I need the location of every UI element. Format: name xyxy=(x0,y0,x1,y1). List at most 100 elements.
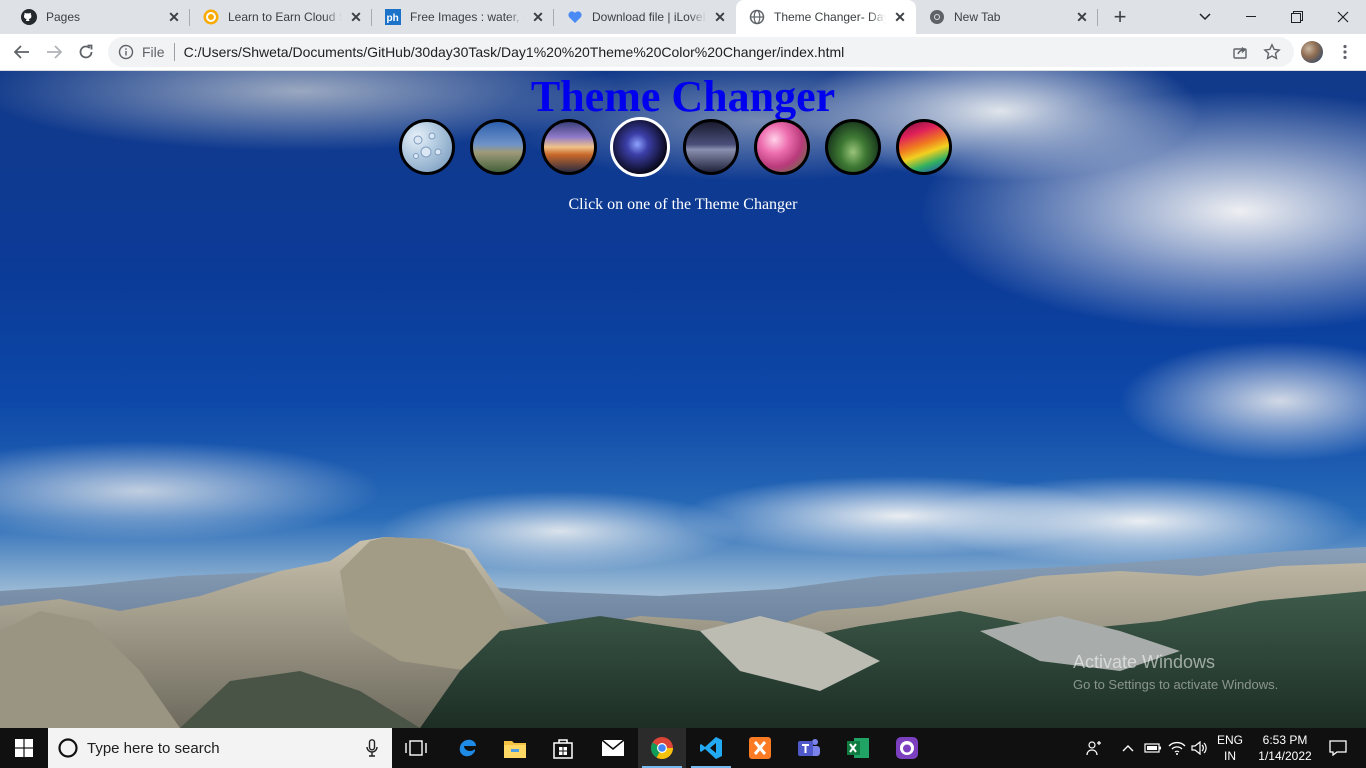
tab-free-images[interactable]: ph Free Images : water, d ✕ xyxy=(372,0,554,34)
tab-title: Theme Changer- Day1 xyxy=(774,10,886,24)
reload-icon xyxy=(79,44,93,59)
clock-date: 1/14/2022 xyxy=(1258,749,1312,763)
language-code: ENG xyxy=(1216,733,1243,747)
volume-icon[interactable] xyxy=(1189,728,1211,768)
tab-title: Learn to Earn Cloud Se xyxy=(228,10,342,24)
battery-icon[interactable] xyxy=(1142,728,1164,768)
taskbar-github-desktop[interactable] xyxy=(883,728,931,768)
microphone-icon[interactable] xyxy=(366,739,378,757)
action-center-button[interactable] xyxy=(1318,728,1358,768)
chrome-icon xyxy=(651,737,673,759)
close-icon[interactable]: ✕ xyxy=(892,9,908,25)
activate-windows-subtext: Go to Settings to activate Windows. xyxy=(1073,677,1279,692)
xampp-icon xyxy=(749,737,771,759)
svg-text:ph: ph xyxy=(387,13,399,24)
theme-swatch-forest-path[interactable] xyxy=(825,119,881,175)
mail-icon xyxy=(601,739,625,756)
windows-logo-icon xyxy=(15,739,33,757)
taskbar-excel[interactable] xyxy=(834,728,882,768)
theme-swatch-list xyxy=(399,117,953,177)
back-button[interactable] xyxy=(8,38,36,66)
tab-new-tab[interactable]: New Tab ✕ xyxy=(916,0,1098,34)
tab-title: Free Images : water, d xyxy=(410,10,524,24)
share-icon[interactable] xyxy=(1229,41,1251,63)
tab-learn-to-earn[interactable]: Learn to Earn Cloud Se ✕ xyxy=(190,0,372,34)
close-window-button[interactable] xyxy=(1320,0,1366,34)
tab-title: Download file | iLoveI xyxy=(592,10,706,24)
tab-download-file[interactable]: Download file | iLoveI ✕ xyxy=(554,0,736,34)
taskbar-chrome[interactable] xyxy=(638,728,686,768)
qwiklabs-icon xyxy=(203,9,219,25)
store-bag-icon xyxy=(553,739,573,759)
theme-swatch-mountain-valley[interactable] xyxy=(470,119,526,175)
wifi-icon[interactable] xyxy=(1166,728,1188,768)
windows-taskbar: Type here to search ENG IN 6:53 PM 1/14/… xyxy=(0,728,1366,768)
clock-time: 6:53 PM xyxy=(1262,733,1308,747)
taskbar-mail[interactable] xyxy=(589,728,637,768)
back-arrow-icon xyxy=(14,45,29,59)
tab-search-chevron-icon[interactable] xyxy=(1182,0,1228,34)
browser-toolbar: File C:/Users/Shweta/Documents/GitHub/30… xyxy=(0,34,1366,71)
clock[interactable]: 6:53 PM 1/14/2022 xyxy=(1250,728,1320,768)
forward-button[interactable] xyxy=(40,38,68,66)
people-icon[interactable] xyxy=(1082,728,1106,768)
theme-swatch-rainbow-waves[interactable] xyxy=(896,119,952,175)
taskbar-xampp[interactable] xyxy=(736,728,784,768)
tab-title: Pages xyxy=(46,10,81,24)
tab-theme-changer[interactable]: Theme Changer- Day1 ✕ xyxy=(736,0,916,34)
page-background: Theme Changer Click on one of the Theme … xyxy=(0,71,1366,728)
taskbar-store[interactable] xyxy=(539,728,587,768)
taskbar-search-box[interactable]: Type here to search xyxy=(48,728,392,768)
github-desktop-icon xyxy=(896,737,918,759)
edge-icon xyxy=(459,739,476,757)
language-indicator[interactable]: ENG IN xyxy=(1212,728,1248,768)
taskbar-teams[interactable] xyxy=(785,728,833,768)
taskbar-edge[interactable] xyxy=(443,728,491,768)
taskbar-vscode[interactable] xyxy=(687,728,735,768)
new-tab-button[interactable]: + xyxy=(1108,4,1132,29)
show-hidden-icons-chevron-icon[interactable] xyxy=(1118,728,1138,768)
close-icon[interactable]: ✕ xyxy=(348,9,364,25)
tab-title: New Tab xyxy=(954,10,1001,24)
page-title: Theme Changer xyxy=(530,72,836,121)
tab-pages[interactable]: Pages ✕ xyxy=(8,0,190,34)
menu-kebab-icon[interactable] xyxy=(1334,41,1356,63)
theme-swatch-space-astronaut[interactable] xyxy=(610,117,670,177)
theme-swatch-water-drops[interactable] xyxy=(399,119,455,175)
chrome-icon xyxy=(929,9,945,25)
bookmark-star-icon[interactable] xyxy=(1261,41,1283,63)
profile-avatar[interactable] xyxy=(1301,41,1323,63)
info-icon[interactable] xyxy=(118,44,134,60)
close-icon[interactable]: ✕ xyxy=(166,9,182,25)
theme-swatch-sunset-sea[interactable] xyxy=(541,119,597,175)
search-placeholder: Type here to search xyxy=(87,739,220,757)
task-view-icon xyxy=(405,740,427,756)
notification-icon xyxy=(1329,740,1347,756)
cortana-circle-icon xyxy=(58,738,78,758)
instruction-text: Click on one of the Theme Changer xyxy=(568,196,798,213)
browser-tab-strip: Pages ✕ Learn to Earn Cloud Se ✕ ph Free… xyxy=(0,0,1366,34)
ph-icon: ph xyxy=(385,9,401,25)
minimize-button[interactable] xyxy=(1228,0,1274,34)
start-button[interactable] xyxy=(0,728,48,768)
forward-arrow-icon xyxy=(47,45,62,59)
restore-button[interactable] xyxy=(1274,0,1320,34)
url-text[interactable]: C:/Users/Shweta/Documents/GitHub/30day30… xyxy=(184,44,845,60)
vscode-icon xyxy=(700,737,722,759)
scheme-label: File xyxy=(142,44,165,60)
ilovepdf-heart-icon xyxy=(567,9,583,25)
close-icon[interactable]: ✕ xyxy=(530,9,546,25)
github-icon xyxy=(21,9,37,25)
address-bar[interactable]: File C:/Users/Shweta/Documents/GitHub/30… xyxy=(108,37,1294,67)
close-icon[interactable]: ✕ xyxy=(712,9,728,25)
excel-icon xyxy=(847,738,869,758)
task-view-button[interactable] xyxy=(392,728,440,768)
region-code: IN xyxy=(1224,749,1236,763)
taskbar-file-explorer[interactable] xyxy=(491,728,539,768)
theme-swatch-night-shore[interactable] xyxy=(683,119,739,175)
close-icon[interactable]: ✕ xyxy=(1074,9,1090,25)
reload-button[interactable] xyxy=(72,38,100,66)
theme-swatch-pink-flowers[interactable] xyxy=(754,119,810,175)
globe-icon xyxy=(749,9,765,25)
activate-windows-watermark: Activate Windows xyxy=(1073,652,1216,672)
